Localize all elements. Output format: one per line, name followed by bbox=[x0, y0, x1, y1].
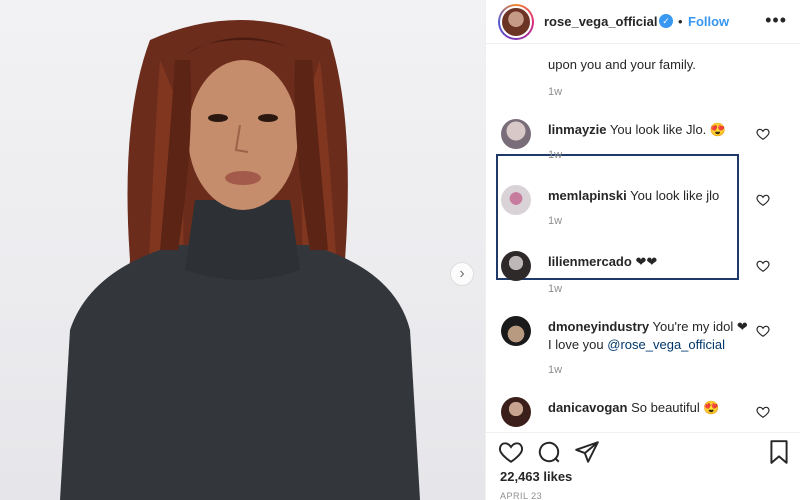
comment-body: ❤❤ bbox=[635, 254, 658, 269]
heart-icon[interactable] bbox=[756, 193, 770, 207]
follow-button[interactable]: Follow bbox=[688, 14, 729, 29]
post-username[interactable]: rose_vega_official bbox=[544, 14, 657, 29]
comment-username[interactable]: dmoneyindustry bbox=[548, 319, 649, 334]
next-photo-button[interactable]: › bbox=[450, 262, 474, 286]
comment-text: linmayzie You look like Jlo. 😍 bbox=[548, 121, 753, 139]
comment-time[interactable]: 1w bbox=[548, 215, 562, 227]
share-icon[interactable] bbox=[574, 439, 600, 465]
comments-list[interactable]: upon you and your family. 1w linmayzie Y… bbox=[486, 44, 800, 432]
portrait-image bbox=[60, 20, 420, 500]
comment-text: upon you and your family. bbox=[548, 57, 696, 72]
comment-username[interactable]: memlapinski bbox=[548, 188, 627, 203]
comment-time[interactable]: 1w bbox=[548, 149, 562, 161]
comment-text: lilienmercado ❤❤ bbox=[548, 253, 753, 271]
comment-body: You look like Jlo. 😍 bbox=[609, 122, 727, 137]
commenter-avatar[interactable] bbox=[501, 316, 531, 346]
comment-body: You look like jlo bbox=[630, 188, 720, 203]
commenter-avatar[interactable] bbox=[501, 397, 531, 427]
heart-icon[interactable] bbox=[756, 127, 770, 141]
commenter-avatar[interactable] bbox=[501, 119, 531, 149]
heart-icon[interactable] bbox=[756, 259, 770, 273]
bookmark-icon[interactable] bbox=[766, 439, 792, 465]
comment-username[interactable]: linmayzie bbox=[548, 122, 607, 137]
post-header: rose_vega_official ✓ • Follow ••• bbox=[486, 0, 800, 44]
comment-username[interactable]: lilienmercado bbox=[548, 254, 632, 269]
likes-count[interactable]: 22,463 likes bbox=[500, 469, 572, 484]
comment-username[interactable]: danicavogan bbox=[548, 400, 627, 415]
comment-time[interactable]: 1w bbox=[548, 86, 562, 98]
verified-icon: ✓ bbox=[659, 14, 673, 28]
comment-body: So beautiful 😍 bbox=[631, 400, 720, 415]
comment-text: danicavogan So beautiful 😍 bbox=[548, 399, 753, 417]
comment-time[interactable]: 1w bbox=[548, 364, 562, 376]
comment-mention[interactable]: @rose_vega_official bbox=[607, 337, 725, 352]
post-actions: 22,463 likes APRIL 23 bbox=[486, 432, 800, 500]
heart-icon[interactable] bbox=[756, 324, 770, 338]
comment-text: dmoneyindustry You're my idol ❤ I love y… bbox=[548, 318, 753, 354]
chevron-right-icon: › bbox=[459, 265, 465, 282]
comment-text: memlapinski You look like jlo bbox=[548, 187, 753, 205]
separator-dot: • bbox=[678, 14, 683, 29]
commenter-avatar[interactable] bbox=[501, 251, 531, 281]
profile-avatar[interactable] bbox=[498, 4, 534, 40]
post-side-panel: rose_vega_official ✓ • Follow ••• upon y… bbox=[485, 0, 800, 500]
more-icon[interactable]: ••• bbox=[765, 10, 787, 31]
post-photo[interactable]: › bbox=[0, 0, 485, 500]
comment-icon[interactable] bbox=[536, 439, 562, 465]
commenter-avatar[interactable] bbox=[501, 185, 531, 215]
comment-time[interactable]: 1w bbox=[548, 283, 562, 295]
heart-icon[interactable] bbox=[756, 405, 770, 419]
like-heart-icon[interactable] bbox=[498, 439, 524, 465]
post-date: APRIL 23 bbox=[500, 491, 543, 500]
